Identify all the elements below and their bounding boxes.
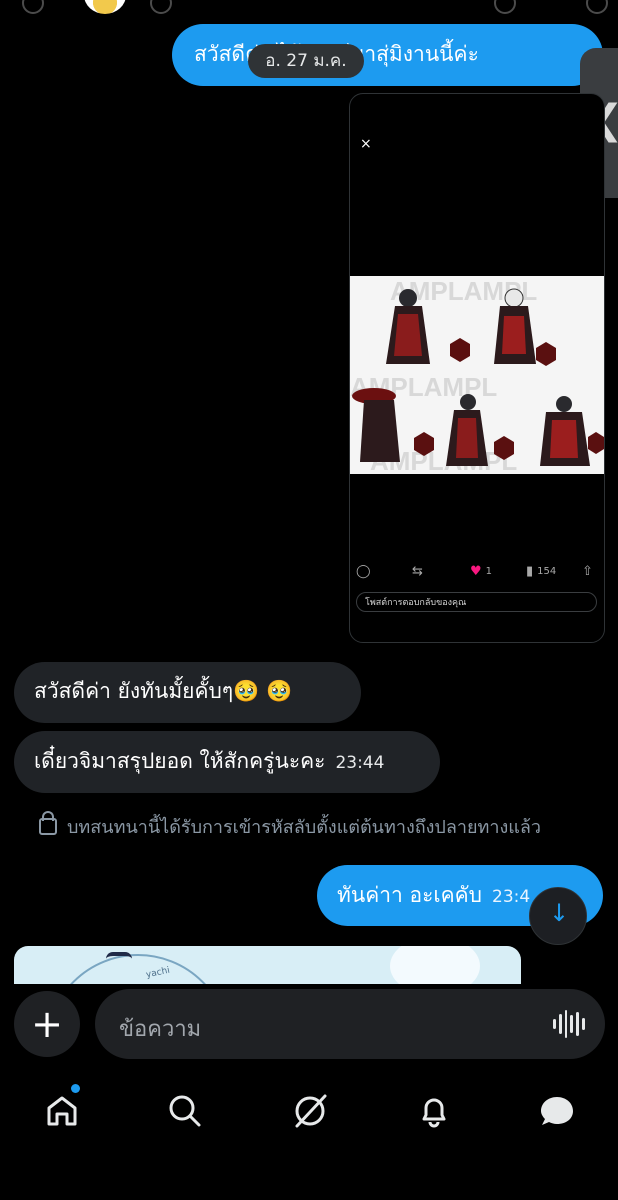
message-text: ทันค่าา อะเคคับ xyxy=(337,883,483,907)
grok-icon xyxy=(295,1094,327,1128)
message-input[interactable]: ข้อความ xyxy=(95,989,605,1059)
heart-icon: ♥ xyxy=(470,564,482,579)
message-bubble-incoming[interactable]: สวัสดีค่า ยังทันมั้ยคั้บๆ🥹 🥹 xyxy=(14,662,361,723)
reply-input[interactable]: โพสต์การตอบกลับของคุณ xyxy=(356,592,597,612)
top-header-partial xyxy=(0,0,618,14)
repost-action[interactable]: ⇆ xyxy=(412,564,423,579)
info-icon[interactable] xyxy=(150,0,172,14)
voice-message-icon[interactable] xyxy=(553,1009,585,1039)
notification-dot xyxy=(71,1084,80,1093)
nav-notifications[interactable] xyxy=(409,1086,459,1136)
message-time: 23:4 xyxy=(492,887,531,907)
message-composer: + ข้อความ xyxy=(0,984,618,1066)
views-action[interactable]: ▮ 154 xyxy=(526,564,556,579)
like-action[interactable]: ♥ 1 xyxy=(470,564,492,579)
message-time: 23:44 xyxy=(335,753,385,773)
reply-icon: ◯ xyxy=(356,564,371,579)
date-separator: อ. 27 ม.ค. xyxy=(248,44,364,78)
add-attachment-button[interactable]: + xyxy=(14,991,80,1057)
nav-grok[interactable] xyxy=(285,1086,335,1136)
shared-post-card[interactable]: × AMPLAMPL AMPLAMPL AMPLAMPL ◯ ⇆ ♥ 1 ▮ 1… xyxy=(349,93,605,643)
message-bubble-outgoing[interactable]: สวัสดีค่ะ ได้จำพรีมาสุ่มิงานนี้ค่ะ xyxy=(172,24,603,86)
lock-icon xyxy=(39,811,57,835)
nav-home[interactable] xyxy=(37,1086,87,1136)
message-bubble-incoming[interactable]: เดี๋ยวจิมาสรุปยอด ให้สักครู่นะคะ 23:44 xyxy=(14,731,440,793)
search-icon xyxy=(169,1095,201,1127)
encryption-notice-text: บทสนทนานี้ได้รับการเข้ารหัสลับตั้งแต่ต้น… xyxy=(67,817,542,838)
more-icon[interactable] xyxy=(586,0,608,14)
repost-icon: ⇆ xyxy=(412,564,423,579)
bottom-navigation xyxy=(0,1076,618,1146)
reply-action[interactable]: ◯ xyxy=(356,564,371,579)
message-text: สวัสดีค่า ยังทันมั้ยคั้บๆ🥹 🥹 xyxy=(34,679,293,703)
back-icon[interactable] xyxy=(22,0,44,14)
arrow-down-icon: ↓ xyxy=(549,899,570,927)
scroll-to-bottom-button[interactable]: ↓ xyxy=(529,887,587,945)
message-text: เดี๋ยวจิมาสรุปยอด ให้สักครู่นะคะ xyxy=(34,749,326,773)
nav-messages[interactable] xyxy=(532,1086,582,1136)
preview-circle xyxy=(46,954,230,984)
post-image[interactable]: AMPLAMPL AMPLAMPL AMPLAMPL xyxy=(350,276,604,474)
avatar[interactable] xyxy=(84,0,126,14)
view-count: 154 xyxy=(537,566,557,577)
preview-highlight xyxy=(390,946,480,984)
nav-search[interactable] xyxy=(160,1086,210,1136)
home-icon xyxy=(47,1096,77,1126)
message-input-placeholder: ข้อความ xyxy=(119,1017,202,1042)
bell-icon xyxy=(422,1098,446,1128)
encryption-notice: บทสนทนานี้ได้รับการเข้ารหัสลับตั้งแต่ต้น… xyxy=(39,811,542,841)
preview-stroke xyxy=(106,952,132,966)
like-count: 1 xyxy=(485,566,493,577)
share-icon: ⇧ xyxy=(582,564,593,579)
message-icon xyxy=(541,1097,573,1125)
image-message-preview[interactable]: yachi xyxy=(14,946,521,984)
analytics-icon: ▮ xyxy=(526,564,534,579)
share-action[interactable]: ⇧ xyxy=(582,564,593,579)
plus-icon: + xyxy=(31,1002,63,1046)
close-icon[interactable]: × xyxy=(360,136,372,152)
settings-icon[interactable] xyxy=(494,0,516,14)
post-actions-bar: ◯ ⇆ ♥ 1 ▮ 154 ⇧ xyxy=(350,564,604,586)
